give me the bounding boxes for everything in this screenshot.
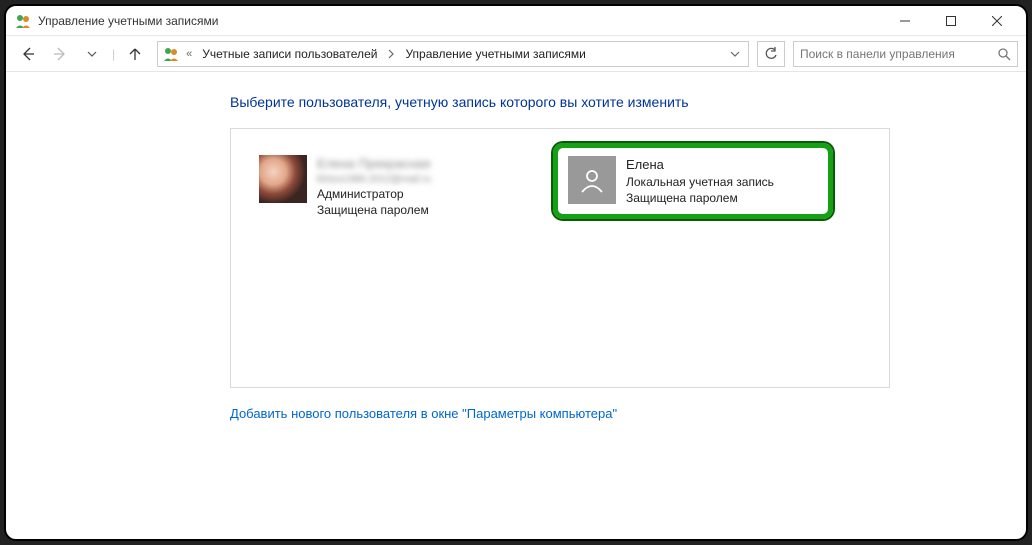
maximize-button[interactable] (928, 7, 974, 35)
search-box[interactable] (793, 41, 1018, 67)
address-bar[interactable]: « Учетные записи пользователей Управлени… (157, 41, 749, 67)
avatar (259, 155, 307, 203)
close-button[interactable] (974, 7, 1020, 35)
minimize-button[interactable] (882, 7, 928, 35)
chevron-right-icon[interactable] (385, 49, 397, 59)
forward-button[interactable] (46, 40, 74, 68)
search-input[interactable] (800, 47, 993, 61)
search-icon[interactable] (997, 47, 1011, 61)
navbar: | « Учетные записи пользователей Управле… (6, 36, 1026, 72)
user-protection: Защищена паролем (317, 202, 431, 218)
user-display-name: Елена Прекрасная (317, 155, 431, 173)
refresh-button[interactable] (757, 41, 785, 67)
users-app-icon (162, 45, 180, 63)
address-dropdown-button[interactable] (726, 42, 744, 66)
window-controls (882, 7, 1020, 35)
titlebar: Управление учетными записями (6, 6, 1026, 36)
breadcrumb-item[interactable]: Учетные записи пользователей (198, 47, 381, 61)
window-frame: Управление учетными записями | (4, 4, 1028, 541)
recent-locations-button[interactable] (78, 40, 106, 68)
user-protection: Защищена паролем (626, 190, 774, 206)
user-tile[interactable]: Елена Прекрасная blotus1986.2012@mail.ru… (245, 143, 525, 230)
user-display-name: Елена (626, 156, 774, 174)
add-user-link[interactable]: Добавить нового пользователя в окне "Пар… (230, 406, 617, 421)
breadcrumb-item[interactable]: Управление учетными записями (401, 47, 589, 61)
separator: | (110, 47, 117, 61)
user-role: Администратор (317, 186, 431, 202)
user-email: blotus1986.2012@mail.ru (317, 173, 431, 187)
page-heading: Выберите пользователя, учетную запись ко… (230, 94, 890, 110)
content-area: Выберите пользователя, учетную запись ко… (6, 72, 1026, 539)
users-list: Елена Прекрасная blotus1986.2012@mail.ru… (230, 128, 890, 388)
user-account-type: Локальная учетная запись (626, 174, 774, 190)
user-tile[interactable]: Елена Локальная учетная запись Защищена … (553, 143, 833, 219)
back-button[interactable] (14, 40, 42, 68)
users-app-icon (14, 12, 32, 30)
avatar (568, 156, 616, 204)
window-title: Управление учетными записями (38, 14, 882, 28)
breadcrumb-root-chevron[interactable]: « (184, 48, 194, 60)
up-button[interactable] (121, 40, 149, 68)
